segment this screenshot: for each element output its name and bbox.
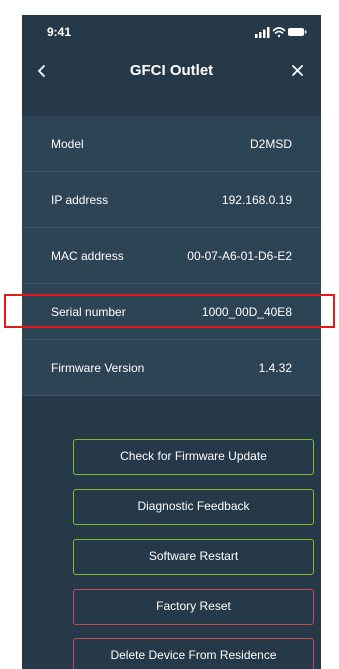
status-time: 9:41 [47,25,72,39]
diagnostic-feedback-button[interactable]: Diagnostic Feedback [73,489,314,525]
phone-screen: 9:41 GFCI Outlet Model D2MSD IP address … [22,15,321,669]
close-icon[interactable] [288,61,308,81]
info-value: 00-07-A6-01-D6-E2 [187,248,292,263]
serial-number-highlight-box [4,294,335,328]
info-row-firmware-version: Firmware Version 1.4.32 [22,340,321,396]
battery-icon [288,28,307,36]
factory-reset-button[interactable]: Factory Reset [73,589,314,625]
delete-device-button[interactable]: Delete Device From Residence [73,638,314,669]
info-label: Firmware Version [51,360,145,375]
check-firmware-update-button[interactable]: Check for Firmware Update [73,439,314,475]
back-chevron-icon[interactable] [34,61,54,81]
wifi-icon [272,27,286,38]
info-value: 1.4.32 [258,360,292,375]
nav-bar: GFCI Outlet [22,51,321,91]
info-row-model: Model D2MSD [22,116,321,172]
info-value: 192.168.0.19 [221,192,292,207]
signal-icon [255,27,270,38]
info-row-mac-address: MAC address 00-07-A6-01-D6-E2 [22,228,321,284]
info-value: D2MSD [249,136,292,151]
info-label: IP address [51,192,109,207]
device-info-list: Model D2MSD IP address 192.168.0.19 MAC … [22,116,321,396]
info-row-ip-address: IP address 192.168.0.19 [22,172,321,228]
page-title: GFCI Outlet [129,62,214,79]
software-restart-button[interactable]: Software Restart [73,539,314,575]
status-icons [255,27,307,38]
info-label: Model [51,136,84,151]
status-bar: 9:41 [22,15,321,51]
info-label: MAC address [51,248,124,263]
